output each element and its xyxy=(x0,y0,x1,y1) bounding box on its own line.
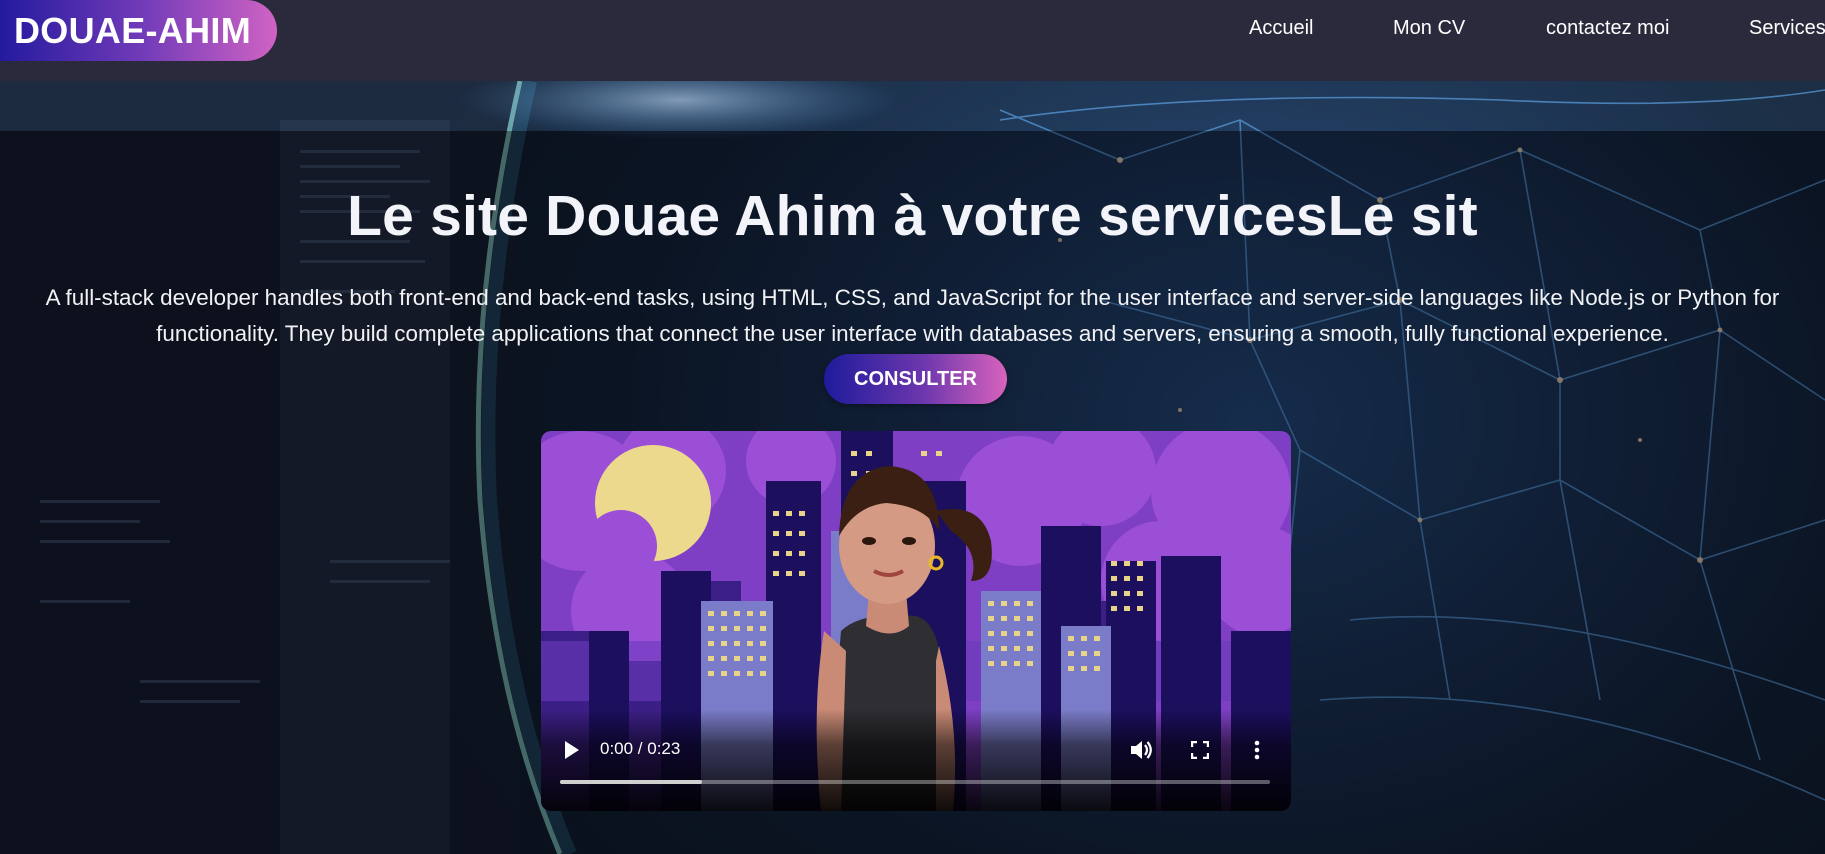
fullscreen-icon[interactable] xyxy=(1191,741,1209,759)
nav-link-services[interactable]: Services xyxy=(1749,17,1825,40)
nav-link-mon-cv[interactable]: Mon CV xyxy=(1393,17,1465,40)
hero-description: A full-stack developer handles both fron… xyxy=(45,285,1780,346)
site-header: DOUAE-AHIM Accueil Mon CV contactez moi … xyxy=(0,0,1825,81)
more-options-icon[interactable] xyxy=(1253,740,1261,760)
video-progress-bar[interactable] xyxy=(560,780,1270,784)
video-player[interactable]: 0:00 / 0:23 xyxy=(541,431,1291,811)
play-icon[interactable] xyxy=(563,740,581,760)
nav-link-contact[interactable]: contactez moi xyxy=(1546,17,1669,40)
nav-link-accueil[interactable]: Accueil xyxy=(1249,17,1313,40)
volume-icon[interactable] xyxy=(1129,739,1153,761)
logo-text: DOUAE-AHIM xyxy=(14,9,251,51)
site-logo[interactable]: DOUAE-AHIM xyxy=(0,0,277,61)
video-time: 0:00 / 0:23 xyxy=(600,739,681,758)
consulter-button[interactable]: CONSULTER xyxy=(824,354,1007,404)
video-controls: 0:00 / 0:23 xyxy=(541,709,1291,811)
hero-title: Le site Douae Ahim à votre servicesLe si… xyxy=(347,184,1478,248)
video-buffered-fill xyxy=(560,780,702,784)
